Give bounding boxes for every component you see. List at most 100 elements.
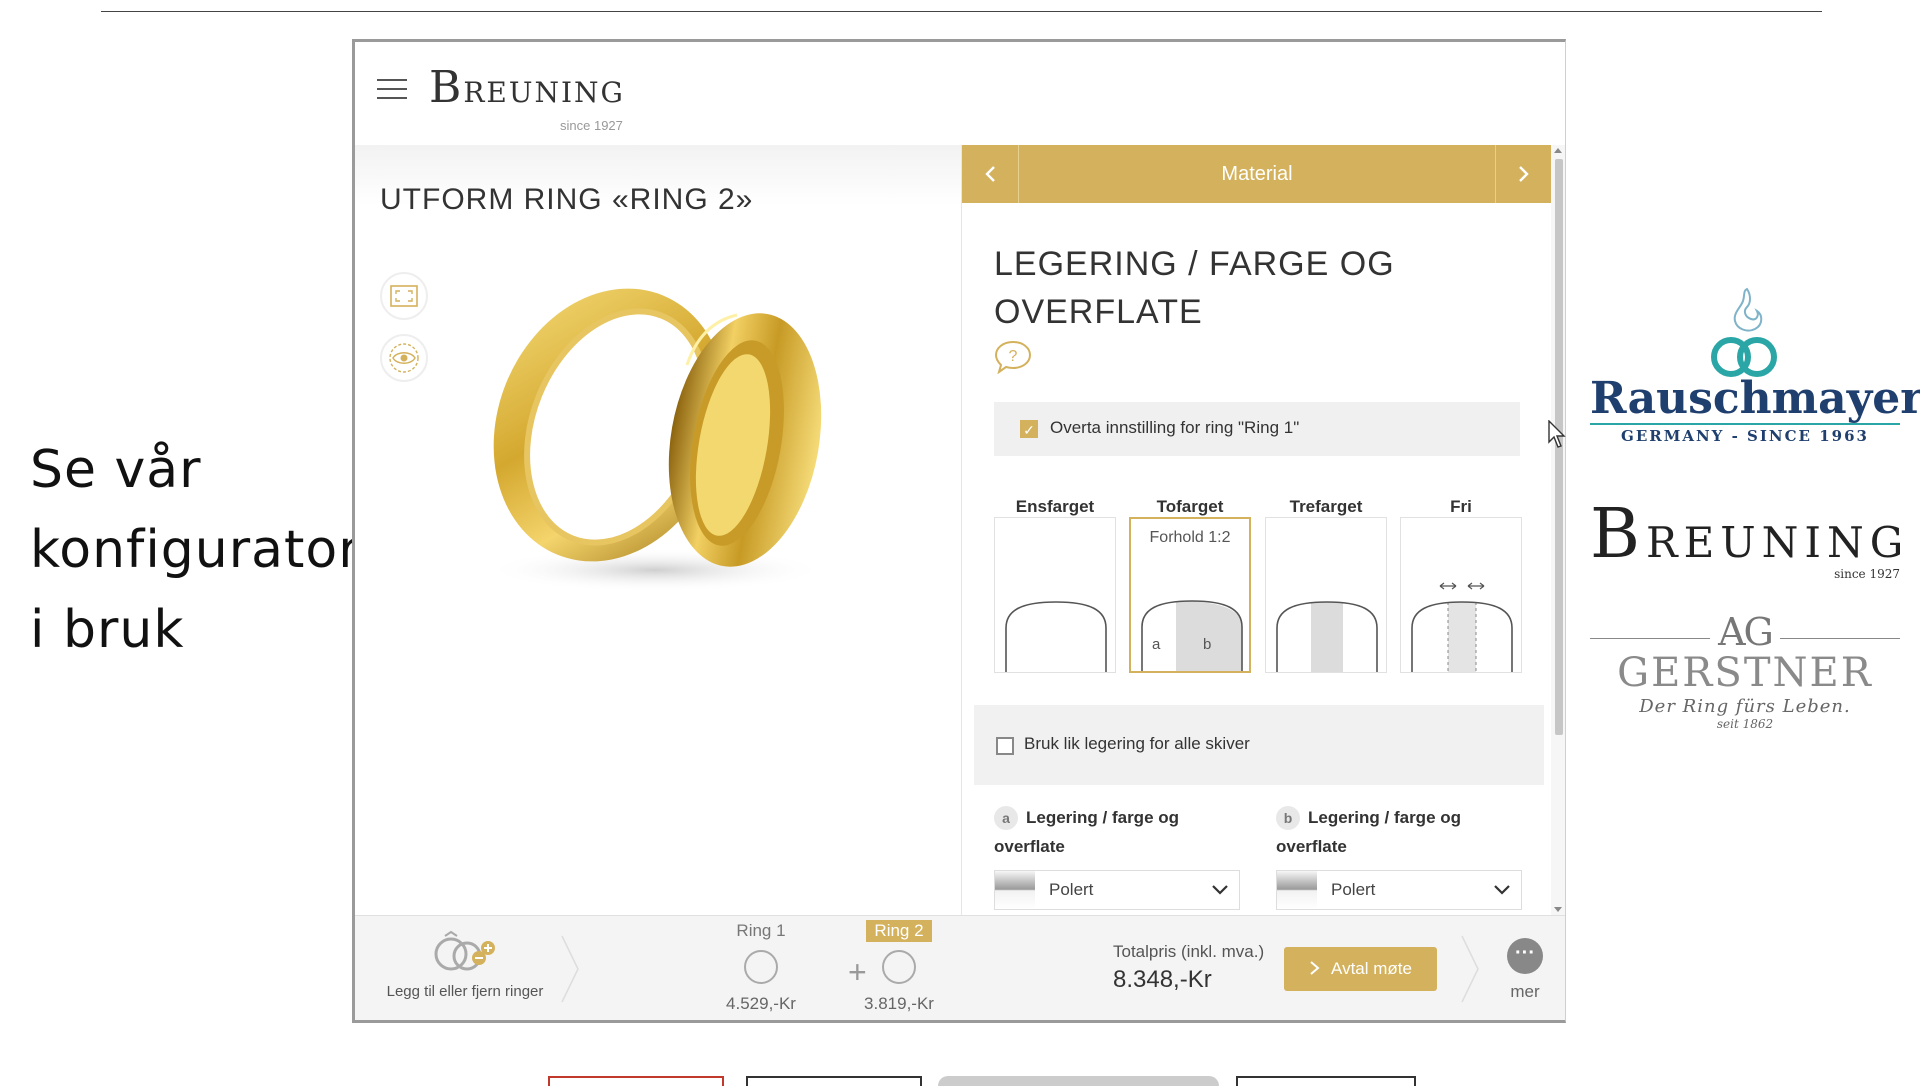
rauschmayer-rule xyxy=(1590,423,1900,425)
alloy-b-select[interactable]: Polert xyxy=(1276,870,1522,910)
step-nav-bar: Material xyxy=(962,145,1552,203)
takeover-checkbox[interactable]: ✓ xyxy=(1020,420,1038,438)
option-label-trefarget: Trefarget xyxy=(1289,497,1363,516)
takeover-setting[interactable]: ✓ Overta innstilling for ring "Ring 1" xyxy=(994,402,1520,456)
view-360-button[interactable] xyxy=(380,334,428,382)
alloy-a-value: Polert xyxy=(1049,880,1094,899)
rauschmayer-doves-icon xyxy=(1711,287,1777,377)
option-fri[interactable] xyxy=(1400,517,1522,673)
more-button[interactable]: ··· mer xyxy=(1495,938,1555,1002)
part-b-label: b xyxy=(1203,636,1212,653)
alloy-b-head-rest: overflate xyxy=(1276,837,1347,856)
chevron-down-icon xyxy=(1212,885,1228,895)
caption: Se vår konfigurator i bruk xyxy=(30,430,361,670)
rauschmayer-sub: GERMANY - SINCE 1963 xyxy=(1621,427,1869,445)
separator-chevron-icon xyxy=(561,935,579,1003)
ring-1-slot[interactable]: Ring 1 4.529,-Kr xyxy=(711,916,811,1014)
ring-2-label: Ring 2 xyxy=(866,920,932,942)
gerstner-tagline: Der Ring fürs Leben. xyxy=(1639,696,1851,717)
summary-bar: Legg til eller fjern ringer Ring 1 4.529… xyxy=(355,915,1565,1020)
section-heading: LEGERING / FARGE OG OVERFLATE xyxy=(994,245,1395,331)
option-label-ensfarget: Ensfarget xyxy=(1015,497,1095,516)
option-tofarget[interactable]: Forhold 1:2 a b xyxy=(1129,517,1251,673)
option-ensfarget[interactable] xyxy=(994,517,1116,673)
add-remove-rings-button[interactable]: Legg til eller fjern ringer xyxy=(375,928,555,1000)
breuning-since: since 1927 xyxy=(1834,567,1900,581)
ring-1-price: 4.529,-Kr xyxy=(726,994,796,1013)
alloy-a-select[interactable]: Polert xyxy=(994,870,1240,910)
breuning-rest: REUNING xyxy=(1645,518,1910,567)
alloy-a-head: Legering / farge og xyxy=(1026,808,1180,827)
add-remove-rings-label: Legg til eller fjern ringer xyxy=(386,983,544,1000)
takeover-label: Overta innstilling for ring "Ring 1" xyxy=(1050,418,1300,437)
caption-line: i bruk xyxy=(30,600,185,660)
total-value: 8.348,-Kr xyxy=(1113,966,1212,993)
chevron-right-icon xyxy=(1310,961,1320,975)
caption-line: Se vår xyxy=(30,440,202,500)
top-rule xyxy=(101,11,1822,12)
fullscreen-icon xyxy=(390,285,418,307)
alloy-b-value: Polert xyxy=(1331,880,1376,899)
logo-since: since 1927 xyxy=(560,118,623,133)
bottom-button-2[interactable] xyxy=(746,1076,922,1086)
rings-image xyxy=(485,288,825,592)
same-alloy-label: Bruk lik legering for alle skiver xyxy=(1024,734,1250,753)
scroll-down-arrow[interactable] xyxy=(1554,907,1562,912)
view-360-icon xyxy=(389,343,419,373)
option-trefarget[interactable] xyxy=(1265,517,1387,673)
rauschmayer-logo: Rauschmayer® GERMANY - SINCE 1963 xyxy=(1590,285,1920,455)
scroll-up-arrow[interactable] xyxy=(1554,148,1562,153)
bottom-button-1[interactable] xyxy=(548,1076,724,1086)
polished-swatch xyxy=(1277,871,1317,909)
rauschmayer-name: Rauschmayer® xyxy=(1590,373,1920,424)
breuning-logo-side: BREUNING since 1927 xyxy=(1590,495,1903,581)
alloy-b-head: Legering / farge og xyxy=(1308,808,1462,827)
prev-step-button[interactable] xyxy=(962,145,1019,203)
ring-title: UTFORM RING «RING 2» xyxy=(380,183,754,216)
svg-text:?: ? xyxy=(1009,348,1018,365)
alloy-a: a Legering / farge og overflate Polert xyxy=(994,803,1240,910)
ring-2-slot[interactable]: Ring 2 3.819,-Kr xyxy=(849,916,949,1014)
bottom-button-3[interactable] xyxy=(938,1076,1219,1086)
alloy-b: b Legering / farge og overflate Polert xyxy=(1276,803,1522,910)
profile-three-tone-icon xyxy=(1276,601,1378,672)
rauschmayer-name-text: Rauschmayer xyxy=(1590,373,1920,424)
alloy-a-badge: a xyxy=(994,806,1018,830)
next-step-button[interactable] xyxy=(1495,145,1552,203)
breuning-initial: B xyxy=(1590,495,1646,574)
chevron-right-icon xyxy=(1519,166,1529,182)
fullscreen-button[interactable] xyxy=(380,272,428,320)
ring-preview-pane: UTFORM RING «RING 2» xyxy=(355,145,961,915)
logo-rest: REUNING xyxy=(463,76,625,109)
chevron-left-icon xyxy=(985,166,995,182)
gerstner-ag: AG xyxy=(1710,610,1780,654)
book-meeting-label: Avtal møte xyxy=(1331,959,1412,978)
same-alloy-checkbox[interactable] xyxy=(996,737,1014,755)
help-icon[interactable]: ? xyxy=(994,340,1032,374)
more-icon: ··· xyxy=(1507,938,1543,974)
site-header: BREUNING since 1927 xyxy=(355,42,1565,145)
bottom-button-4[interactable] xyxy=(1236,1076,1416,1086)
part-a-label: a xyxy=(1152,636,1161,653)
option-label-fri: Fri xyxy=(1450,497,1472,516)
material-pane: Material LEGERING / FARGE OG OVERFLATE ?… xyxy=(961,145,1552,915)
total-label: Totalpris (inkl. mva.) xyxy=(1113,942,1265,961)
ring-1-label: Ring 1 xyxy=(736,921,786,940)
chevron-down-icon xyxy=(1494,885,1510,895)
book-meeting-button[interactable]: Avtal møte xyxy=(1284,947,1437,991)
configurator-frame: BREUNING since 1927 UTFORM RING «RING 2» xyxy=(352,39,1566,1023)
polished-swatch xyxy=(995,871,1035,909)
ring-1-circle-icon xyxy=(744,950,778,984)
step-title: Material xyxy=(1221,163,1293,185)
gerstner-name: GERSTNER xyxy=(1617,650,1873,696)
option-label-tofarget: Tofarget xyxy=(1156,497,1224,516)
scrollbar[interactable] xyxy=(1551,145,1565,915)
profile-free-icon xyxy=(1411,582,1513,672)
alloy-a-head-rest: overflate xyxy=(994,837,1065,856)
gerstner-seit: seit 1862 xyxy=(1716,717,1774,731)
breuning-logo[interactable]: BREUNING since 1927 xyxy=(429,62,625,133)
same-alloy-setting[interactable]: Bruk lik legering for alle skiver xyxy=(974,705,1544,785)
hamburger-icon[interactable] xyxy=(377,79,407,101)
separator-chevron-icon xyxy=(1461,935,1479,1003)
ring-2-price: 3.819,-Kr xyxy=(864,994,934,1013)
